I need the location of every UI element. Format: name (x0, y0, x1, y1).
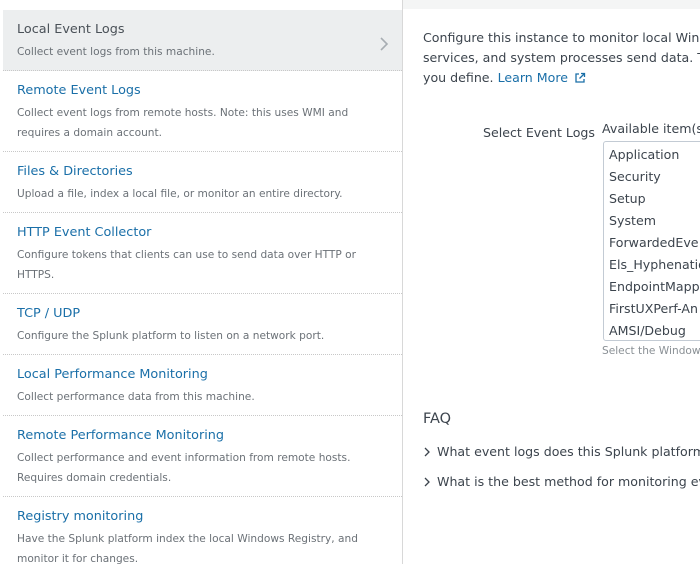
chevron-right-icon (424, 477, 430, 487)
sidebar-item-desc: Collect event logs from this machine. (17, 46, 215, 58)
intro-line: you define. Learn More (423, 68, 700, 88)
sidebar-item-remote-performance-monitoring[interactable]: Remote Performance Monitoring Collect pe… (3, 416, 402, 497)
list-item[interactable]: Application (604, 144, 700, 166)
sidebar-item-title: Files & Directories (17, 164, 133, 179)
faq-question-text: What event logs does this Splunk platfor… (437, 444, 700, 459)
chevron-right-icon (424, 447, 430, 457)
list-item[interactable]: AMSI/Debug (604, 320, 700, 340)
available-items-listbox[interactable]: Application Security Setup System Forwar… (603, 141, 700, 341)
list-item[interactable]: Els_Hyphenatio (604, 254, 700, 276)
sidebar-item-local-performance-monitoring[interactable]: Local Performance Monitoring Collect per… (3, 355, 402, 416)
sidebar-item-files-directories[interactable]: Files & Directories Upload a file, index… (3, 152, 402, 213)
sidebar-item-title: TCP / UDP (17, 306, 81, 321)
intro-line: services, and system processes send data… (423, 50, 700, 65)
faq-question[interactable]: What event logs does this Splunk platfor… (423, 444, 700, 459)
list-item[interactable]: Setup (604, 188, 700, 210)
sidebar-item-title: Remote Event Logs (17, 83, 141, 98)
intro-text: Configure this instance to monitor local… (423, 28, 700, 88)
sidebar-item-title: Registry monitoring (17, 509, 144, 524)
available-items-label: Available item(s) (602, 121, 700, 136)
sidebar-item-title: Remote Performance Monitoring (17, 428, 225, 443)
sidebar-item-desc: Collect performance data from this machi… (17, 391, 255, 403)
list-item[interactable]: System (604, 210, 700, 232)
sidebar-item-local-event-logs[interactable]: Local Event Logs Collect event logs from… (3, 10, 402, 71)
sidebar-item-title: HTTP Event Collector (17, 225, 152, 240)
sidebar: Local Event Logs Collect event logs from… (0, 0, 403, 565)
sidebar-item-tcp-udp[interactable]: TCP / UDP Configure the Splunk platform … (3, 294, 402, 355)
faq-question[interactable]: What is the best method for monitoring e… (423, 474, 700, 489)
faq-question-text: What is the best method for monitoring e… (437, 474, 700, 489)
sidebar-item-title: Local Event Logs (17, 22, 125, 37)
sidebar-item-desc: Upload a file, index a local file, or mo… (17, 188, 343, 200)
sidebar-item-desc: Configure tokens that clients can use to… (17, 249, 356, 281)
main-panel: Configure this instance to monitor local… (403, 0, 700, 564)
select-event-logs-label: Select Event Logs (483, 125, 595, 140)
sidebar-item-desc: Collect performance and event informatio… (17, 452, 351, 484)
list-item[interactable]: Security (604, 166, 700, 188)
sidebar-item-title: Local Performance Monitoring (17, 367, 208, 382)
list-item[interactable]: ForwardedEve (604, 232, 700, 254)
sidebar-item-desc: Collect event logs from remote hosts. No… (17, 107, 349, 139)
sidebar-item-http-event-collector[interactable]: HTTP Event Collector Configure tokens th… (3, 213, 402, 294)
list-item[interactable]: EndpointMappe (604, 276, 700, 298)
sidebar-item-remote-event-logs[interactable]: Remote Event Logs Collect event logs fro… (3, 71, 402, 152)
chevron-right-icon (380, 37, 389, 51)
faq-title: FAQ (423, 411, 452, 427)
learn-more-link[interactable]: Learn More (498, 70, 568, 85)
sidebar-item-desc: Configure the Splunk platform to listen … (17, 330, 325, 342)
external-link-icon[interactable] (574, 72, 586, 84)
listbox-hint: Select the Window (602, 345, 700, 357)
sidebar-item-registry-monitoring[interactable]: Registry monitoring Have the Splunk plat… (3, 497, 402, 565)
intro-line: Configure this instance to monitor local… (423, 30, 700, 45)
intro-line-end: you define. (423, 70, 494, 85)
sidebar-item-desc: Have the Splunk platform index the local… (17, 533, 358, 565)
list-item[interactable]: FirstUXPerf-An (604, 298, 700, 320)
